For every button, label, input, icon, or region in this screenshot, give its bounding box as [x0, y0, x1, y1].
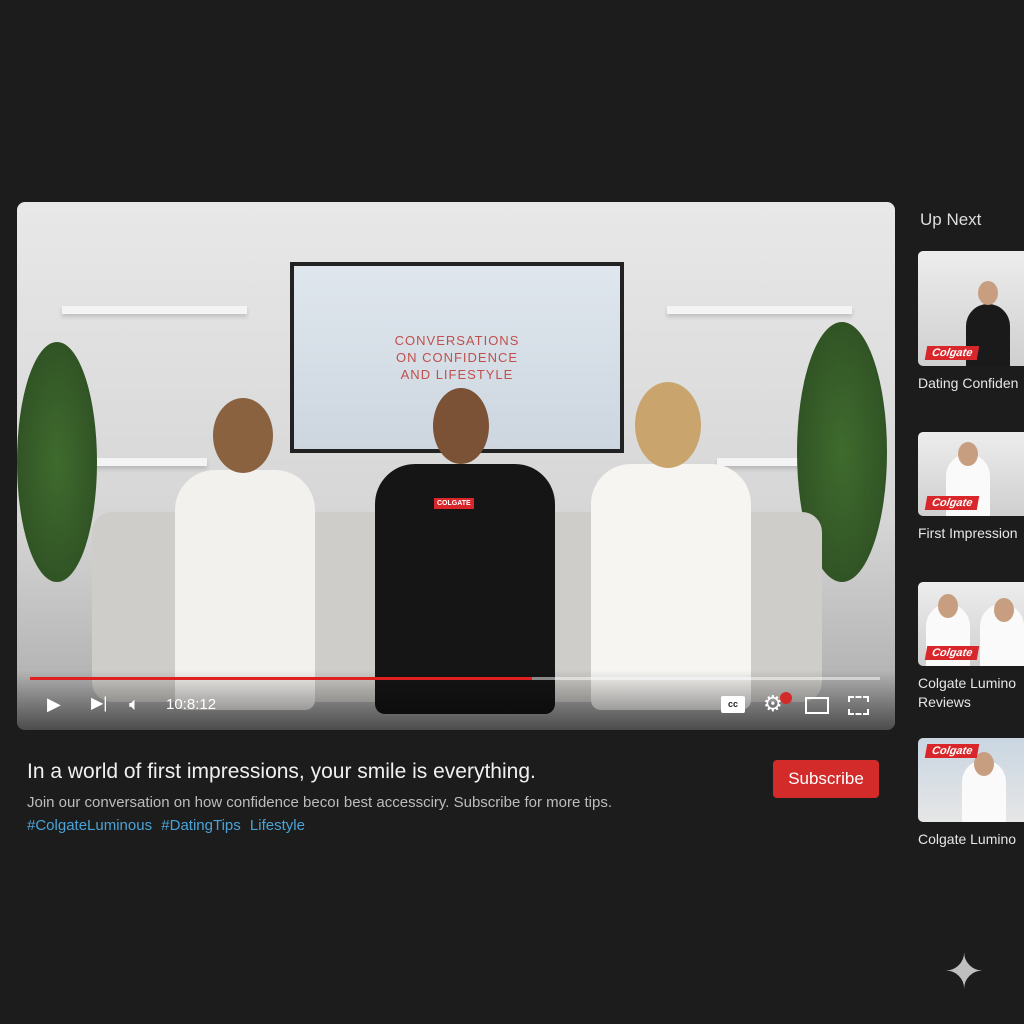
fullscreen-icon[interactable]	[848, 696, 869, 715]
up-next-item[interactable]: Colgate Colgate Lumino	[918, 738, 1024, 849]
play-icon[interactable]: ▶	[47, 694, 61, 714]
item-title[interactable]: Dating Confiden	[918, 374, 1024, 393]
volume-icon[interactable]: 🔈︎	[129, 694, 140, 714]
item-title[interactable]: First Impression	[918, 524, 1024, 543]
captions-icon[interactable]: cc	[721, 696, 745, 713]
shelf	[667, 306, 852, 314]
tag-link[interactable]: #DatingTips	[161, 817, 240, 834]
thumbnail[interactable]: Colgate	[918, 738, 1024, 822]
item-title[interactable]: Colgate Lumino Reviews	[918, 674, 1024, 712]
head	[635, 382, 701, 468]
up-next-heading: Up Next	[920, 210, 982, 229]
up-next-item[interactable]: Colgate Dating Confiden	[918, 251, 1024, 393]
video-player[interactable]: CONVERSATIONS ON CONFIDENCE AND LIFESTYL…	[17, 202, 895, 730]
microphone-logo: COLGATE	[434, 498, 474, 509]
head	[433, 388, 489, 464]
colgate-logo: Colgate	[924, 646, 980, 660]
progress-fill	[30, 677, 532, 680]
plant	[17, 342, 97, 582]
time-display: 10:8:12	[166, 696, 217, 713]
video-title: In a world of first impressions, your sm…	[27, 760, 536, 783]
shelf	[62, 306, 247, 314]
colgate-logo: Colgate	[924, 496, 980, 510]
tag-link[interactable]: Lifestyle	[250, 817, 305, 834]
settings-badge	[780, 692, 792, 704]
tags: #ColgateLuminous #DatingTips Lifestyle	[27, 817, 310, 834]
progress-bar[interactable]	[30, 677, 880, 680]
sparkle-icon: ✦	[944, 946, 985, 999]
subscribe-button[interactable]: Subscribe	[773, 760, 879, 798]
theater-icon[interactable]	[805, 697, 829, 714]
next-icon[interactable]: ▶|	[91, 694, 107, 714]
thumbnail[interactable]: Colgate	[918, 432, 1024, 516]
video-description: Join our conversation on how confidence …	[27, 794, 613, 811]
colgate-logo: Colgate	[924, 346, 980, 360]
item-title[interactable]: Colgate Lumino	[918, 830, 1024, 849]
thumbnail[interactable]: Colgate	[918, 251, 1024, 366]
up-next-item[interactable]: Colgate Colgate Lumino Reviews	[918, 582, 1024, 712]
head	[213, 398, 273, 473]
thumbnail[interactable]: Colgate	[918, 582, 1024, 666]
colgate-logo: Colgate	[924, 744, 980, 758]
tag-link[interactable]: #ColgateLuminous	[27, 817, 152, 834]
up-next-item[interactable]: Colgate First Impression	[918, 432, 1024, 543]
